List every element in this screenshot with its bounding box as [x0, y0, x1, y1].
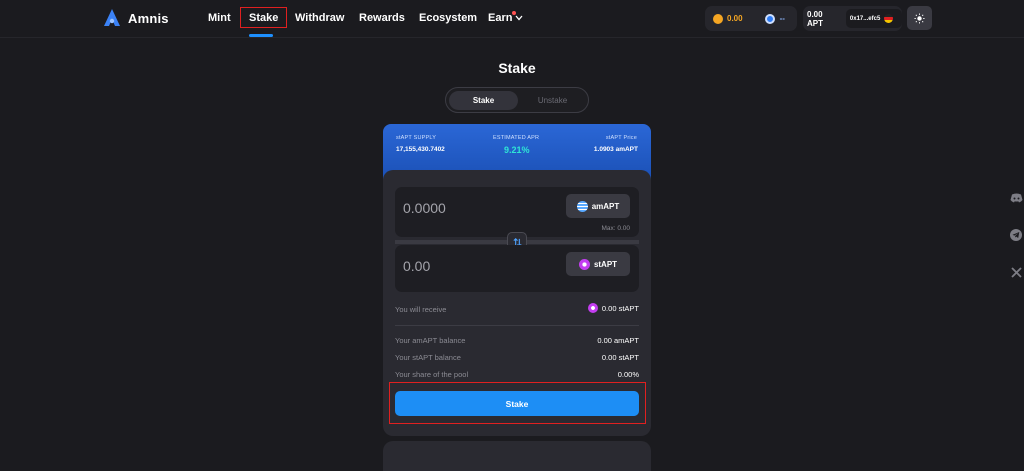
- nav-ecosystem[interactable]: Ecosystem: [419, 12, 477, 24]
- nav-active-indicator: [249, 34, 273, 37]
- nav-rewards[interactable]: Rewards: [359, 12, 405, 24]
- apr-value: 9.21%: [504, 145, 530, 155]
- to-token-button[interactable]: stAPT: [566, 252, 630, 276]
- tab-stake[interactable]: Stake: [449, 91, 518, 110]
- page-title: Stake: [498, 60, 536, 76]
- price-value: 1.0903 amAPT: [593, 146, 638, 153]
- receive-amount: 0.00 stAPT: [587, 303, 639, 313]
- aptos-dash: --: [779, 14, 785, 23]
- flag-icon: [884, 14, 894, 23]
- telegram-icon[interactable]: [1009, 228, 1023, 242]
- nav-earn-label: Earn: [488, 12, 513, 24]
- chevron-down-icon: [515, 15, 523, 21]
- discord-icon[interactable]: [1009, 191, 1023, 205]
- tab-unstake[interactable]: Unstake: [518, 91, 587, 110]
- address-chip[interactable]: 0x17...efc5: [845, 9, 902, 28]
- stapt-balance-value: 0.00 stAPT: [601, 353, 639, 362]
- from-field[interactable]: 0.0000 amAPT Max: 0.00: [395, 187, 639, 237]
- stake-button-highlight: [389, 382, 646, 424]
- stapt-token-icon: [587, 303, 598, 313]
- supply-value: 17,155,430.7402: [396, 146, 445, 153]
- wallet-address: 0x17...efc5: [849, 15, 881, 22]
- from-amount-input[interactable]: 0.0000: [403, 200, 446, 216]
- coin-icon: [713, 13, 723, 24]
- nav-stake[interactable]: Stake: [240, 7, 288, 28]
- receive-label: You will receive: [395, 305, 447, 314]
- stapt-balance-label: Your stAPT balance: [395, 353, 461, 362]
- nav-mint[interactable]: Mint: [208, 12, 231, 24]
- top-nav: Amnis Mint Stake Withdraw Rewards Ecosys…: [0, 0, 1024, 38]
- price-label: stAPT Price: [605, 135, 637, 141]
- to-field[interactable]: 0.00 stAPT: [395, 245, 639, 292]
- to-amount-output: 0.00: [403, 258, 431, 274]
- stake-unstake-toggle: Stake Unstake: [445, 87, 589, 113]
- pool-share-label: Your share of the pool: [395, 370, 469, 379]
- amapt-balance-value: 0.00 amAPT: [597, 336, 639, 345]
- pool-share-value: 0.00%: [617, 370, 639, 379]
- points-pill[interactable]: 0.00 --: [705, 6, 797, 31]
- stapt-token-icon: [578, 258, 590, 270]
- from-token-label: amAPT: [591, 201, 620, 211]
- apt-balance: 0.00 APT: [807, 9, 823, 28]
- amnis-logo-icon: [104, 9, 120, 26]
- max-label[interactable]: Max: 0.00: [601, 225, 630, 232]
- nav-earn[interactable]: Earn: [488, 11, 523, 24]
- amapt-token-icon: [576, 200, 588, 212]
- amapt-balance-label: Your amAPT balance: [395, 336, 466, 345]
- wallet-pill[interactable]: 0.00 APT 0x17...efc5: [803, 6, 902, 31]
- notification-dot: [512, 11, 516, 15]
- supply-label: stAPT SUPPLY: [396, 135, 437, 141]
- secondary-card: [383, 441, 651, 471]
- receive-value: 0.00 stAPT: [601, 303, 639, 313]
- brand-logo[interactable]: Amnis: [102, 8, 169, 28]
- to-token-label: stAPT: [593, 259, 618, 269]
- apr-label: ESTIMATED APR: [493, 135, 540, 141]
- brand-name: Amnis: [128, 10, 169, 26]
- sun-icon: [914, 12, 925, 24]
- aptos-icon: [764, 13, 775, 24]
- x-icon[interactable]: [1009, 265, 1023, 279]
- details-divider: [395, 325, 639, 326]
- theme-toggle-button[interactable]: [907, 6, 932, 30]
- points-value: 0.00: [727, 14, 743, 23]
- nav-withdraw[interactable]: Withdraw: [295, 12, 344, 24]
- from-token-button[interactable]: amAPT: [566, 194, 630, 218]
